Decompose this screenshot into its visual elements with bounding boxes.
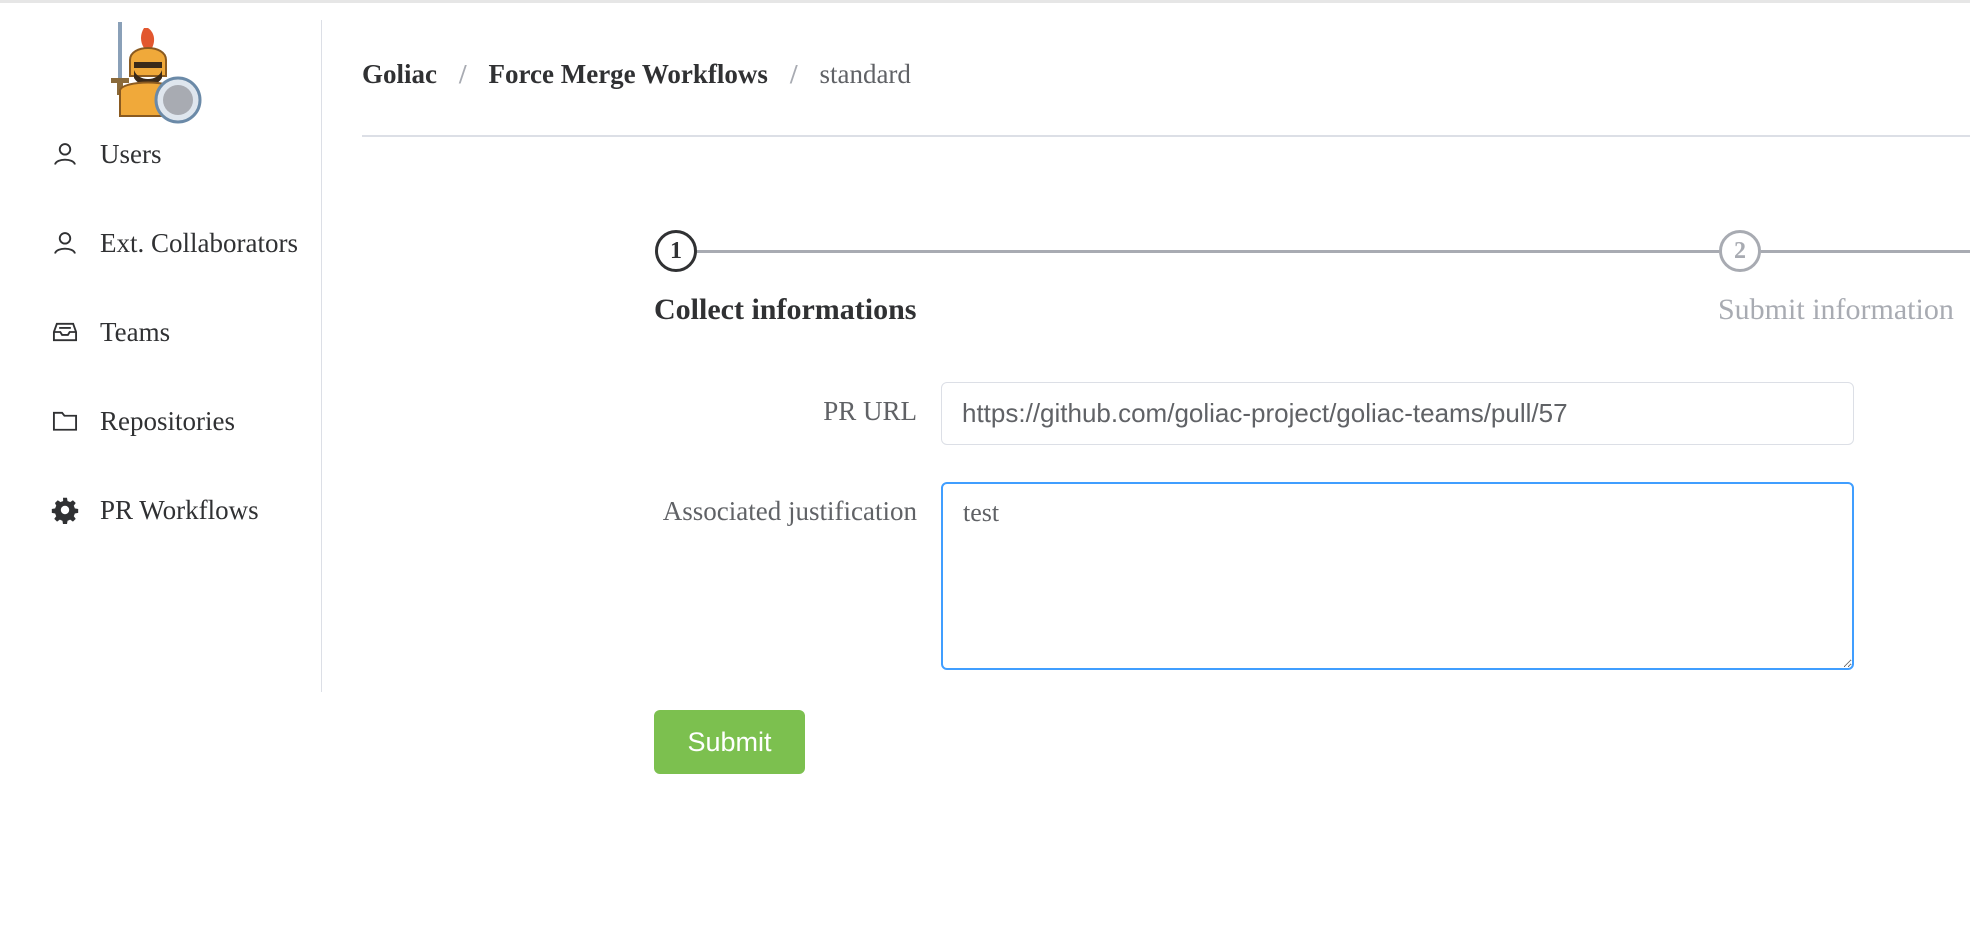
breadcrumb-separator: /	[459, 58, 467, 89]
step-2-indicator: 2	[1719, 230, 1761, 272]
header-divider	[362, 135, 1970, 137]
sidebar-item-label: Users	[100, 138, 162, 169]
folder-icon	[50, 406, 80, 436]
step-1-indicator: 1	[655, 230, 697, 272]
gear-icon	[50, 495, 80, 525]
top-border	[0, 0, 1970, 3]
pr-url-input[interactable]	[941, 382, 1854, 445]
sidebar-item-teams[interactable]: Teams	[50, 312, 170, 352]
sidebar-item-repositories[interactable]: Repositories	[50, 401, 235, 441]
step-2-title: Submit information	[1718, 293, 1954, 326]
user-icon	[50, 228, 80, 258]
knight-logo-icon[interactable]	[104, 20, 216, 132]
justification-textarea[interactable]: test	[941, 482, 1854, 670]
sidebar-item-pr-workflows[interactable]: PR Workflows	[50, 490, 259, 530]
justification-label: Associated justification	[662, 496, 917, 526]
step-1-title: Collect informations	[654, 293, 917, 326]
sidebar-item-label: Repositories	[100, 405, 235, 436]
breadcrumb-separator: /	[789, 58, 798, 89]
user-icon	[50, 139, 80, 169]
sidebar-item-label: Teams	[100, 316, 171, 347]
submit-button[interactable]: Submit	[654, 710, 805, 774]
step-connector-line	[1761, 250, 1970, 253]
sidebar-item-label: Ext. Collaborators	[100, 227, 298, 258]
breadcrumb-item-force-merge-workflows[interactable]: Force Merge Workflows	[489, 59, 768, 90]
step-connector-line	[697, 250, 1719, 253]
breadcrumb: Goliac / Force Merge Workflows / standar…	[362, 54, 911, 94]
inbox-icon	[50, 317, 80, 347]
sidebar: Users Ext. Collaborators Teams Repositor…	[0, 20, 322, 692]
breadcrumb-item-goliac[interactable]: Goliac	[362, 59, 437, 90]
sidebar-item-ext-collaborators[interactable]: Ext. Collaborators	[50, 223, 298, 263]
sidebar-item-label: PR Workflows	[100, 494, 259, 525]
sidebar-item-users[interactable]: Users	[50, 134, 162, 174]
pr-url-label: PR URL	[823, 396, 917, 426]
breadcrumb-item-current: standard	[819, 58, 911, 89]
